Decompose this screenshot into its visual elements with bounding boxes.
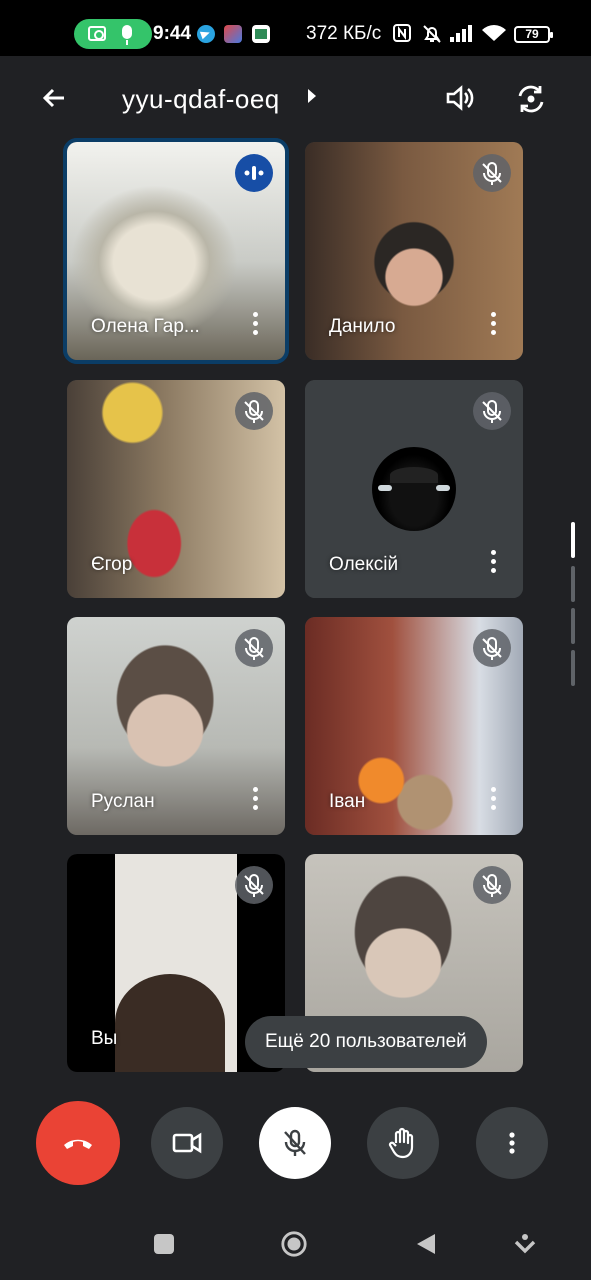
wifi-icon [481,23,507,49]
camera-icon [88,26,106,41]
end-call-button[interactable] [36,1101,120,1185]
chevron-down-icon [514,1234,536,1254]
participant-name: Єгор [91,554,133,575]
mic-off-icon [473,629,511,667]
avatar [372,447,456,531]
top-app-bar: yyu-qdaf-oeq [0,56,591,140]
microphone-icon [122,25,132,45]
chevron-right-icon[interactable] [308,89,316,103]
mic-off-icon [473,154,511,192]
speaking-indicator-icon [235,154,273,192]
more-participants-chip[interactable]: Ещё 20 пользователей [245,1016,487,1068]
scroll-indicator [571,650,575,686]
participant-tile[interactable]: Іван [305,617,523,835]
participant-name: Вы [91,1028,118,1049]
more-options-button[interactable] [476,1107,548,1179]
battery-icon: 79 [514,26,553,43]
status-bar: 9:44 372 КБ/с 79 [0,0,591,56]
participant-name: Олена Гар... [91,316,200,337]
mic-toggle-button[interactable] [259,1107,331,1179]
app-notification-icon [252,25,270,43]
participant-tile[interactable]: Олексій [305,380,523,598]
home-circle-icon [281,1231,307,1257]
square-icon [154,1234,174,1254]
participant-name: Іван [329,791,366,812]
more-vert-icon[interactable] [253,312,259,338]
clock: 9:44 [153,23,192,44]
home-button[interactable] [280,1230,308,1258]
participant-name: Данило [329,316,396,337]
back-button[interactable] [412,1230,440,1258]
recents-button[interactable] [150,1230,178,1258]
participant-tile[interactable]: Олена Гар... [63,138,289,364]
camera-toggle-button[interactable] [151,1107,223,1179]
mic-off-icon [473,866,511,904]
scroll-indicator[interactable] [571,522,575,558]
participant-name: Руслан [91,791,155,812]
more-vert-icon[interactable] [491,550,497,576]
screen-record-pill[interactable] [74,19,152,49]
keyboard-hide-button[interactable] [511,1230,539,1258]
switch-camera-icon[interactable] [510,78,552,120]
raise-hand-button[interactable] [367,1107,439,1179]
participant-tile[interactable]: Данило [305,142,523,360]
network-speed: 372 КБ/с [306,23,382,44]
participant-tile[interactable]: Руслан [67,617,285,835]
scroll-indicator [571,566,575,602]
triangle-back-icon [417,1234,435,1254]
more-vert-icon[interactable] [253,787,259,813]
participant-tile[interactable]: Єгор [67,380,285,598]
more-vert-icon[interactable] [491,312,497,338]
mic-off-icon [235,866,273,904]
mic-off-icon [473,392,511,430]
back-arrow-icon[interactable] [36,80,72,116]
telegram-icon [197,25,215,43]
phone-hangup-icon [64,1139,92,1149]
meeting-title[interactable]: yyu-qdaf-oeq [122,84,280,115]
scroll-indicator [571,608,575,644]
speaker-icon[interactable] [440,78,480,118]
participant-name: Олексій [329,554,399,575]
more-vert-icon [509,1132,515,1154]
hand-icon [388,1127,414,1159]
bell-muted-icon [421,23,443,51]
more-vert-icon[interactable] [491,787,497,813]
mic-off-icon [235,392,273,430]
nfc-icon [392,23,412,49]
signal-icon [449,23,475,49]
mic-off-icon [284,1129,306,1156]
mic-off-icon [235,629,273,667]
game-app-icon [224,25,242,43]
video-camera-icon [172,1132,202,1154]
